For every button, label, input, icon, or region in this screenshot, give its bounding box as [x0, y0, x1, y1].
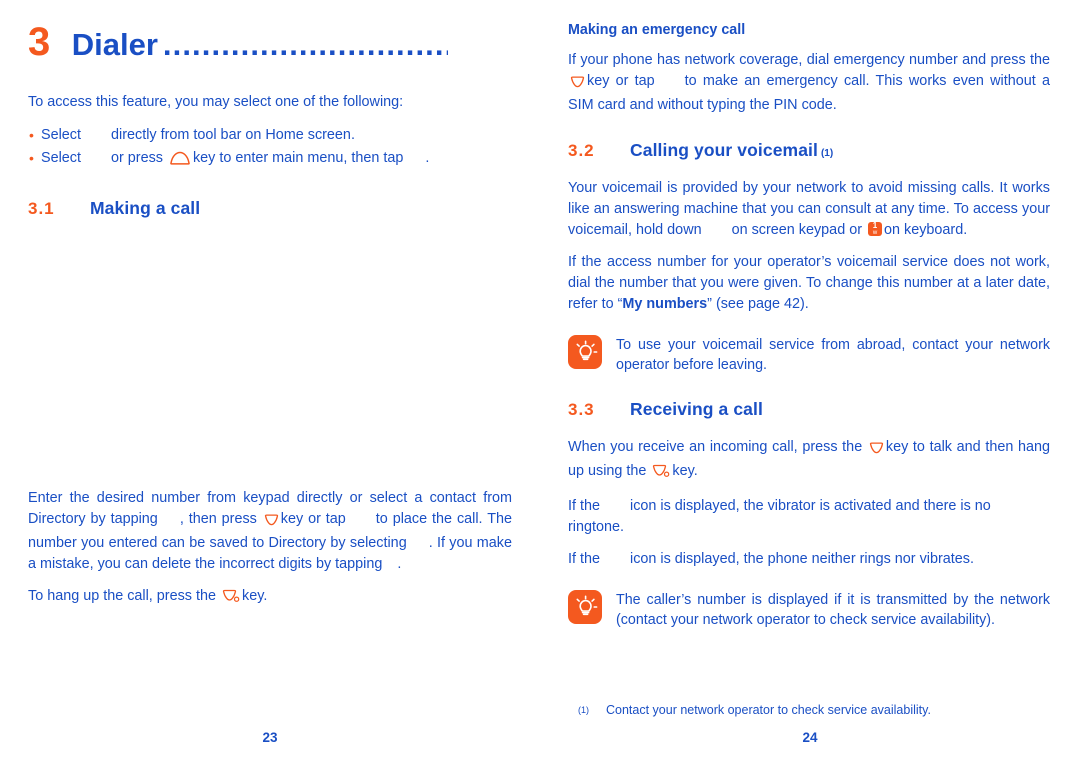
section-title: Receiving a call: [630, 399, 763, 419]
page-right: Making an emergency call If your phone h…: [540, 0, 1080, 767]
tip-text: The caller’s number is displayed if it i…: [616, 592, 1050, 628]
receiving-call-paragraph: When you receive an incoming call, press…: [568, 437, 1050, 485]
lightbulb-tip-icon: [568, 335, 602, 369]
section-title: Calling your voicemail: [630, 140, 818, 160]
intro-paragraph: To access this feature, you may select o…: [28, 94, 404, 110]
kbd-key-letter: w: [872, 230, 878, 236]
kbd-key-digit: 1: [872, 221, 878, 230]
chapter-title: Dialer: [71, 27, 158, 62]
mc-part-3: key or tap: [280, 511, 346, 527]
keyboard-1-key-icon: 1 w: [868, 221, 882, 236]
footnote-marker: (1): [578, 705, 589, 715]
manual-page-spread: 3 Dialer ...............................…: [0, 0, 1080, 767]
mc-part-2: , then press: [179, 511, 257, 527]
footnote: (1) Contact your network operator to che…: [568, 702, 1050, 719]
section-heading-receiving: 3.3 Receiving a call: [568, 399, 1050, 420]
chapter-dot-leader: ....................................: [162, 29, 448, 60]
bullet-1-before: Select: [41, 127, 81, 143]
call-key-icon: [264, 512, 279, 533]
bullet-2-before: Select: [41, 150, 81, 166]
list-item: Select or press key to enter main menu, t…: [28, 147, 512, 172]
list-item: Select directly from tool bar on Home scr…: [28, 124, 512, 146]
bullet-2-after: key to enter main menu, then tap: [192, 150, 404, 166]
access-number-paragraph: If the access number for your operator’s…: [568, 252, 1050, 315]
chapter-heading: 3 Dialer ...............................…: [28, 22, 512, 62]
sl-part-1: If the: [568, 551, 600, 567]
hu-part-2: key.: [242, 588, 268, 604]
tip-box-voicemail-abroad: To use your voicemail service from abroa…: [568, 335, 1050, 375]
bullet-1-after: directly from tool bar on Home screen.: [111, 127, 355, 143]
bullet-2-middle: or press: [111, 150, 163, 166]
hang-up-paragraph: To hang up the call, press the key.: [28, 586, 512, 610]
hu-part-1: To hang up the call, press the: [28, 588, 216, 604]
lightbulb-tip-icon: [568, 590, 602, 624]
section-number: 3.3: [568, 400, 595, 419]
footnote-text: Contact your network operator to check s…: [606, 703, 931, 717]
subheading-emergency-call: Making an emergency call: [568, 22, 746, 38]
emergency-call-paragraph: If your phone has network coverage, dial…: [568, 50, 1050, 116]
home-key-icon: [169, 150, 191, 172]
rc-part-1: When you receive an incoming call, press…: [568, 439, 863, 455]
tip-box-caller-id: The caller’s number is displayed if it i…: [568, 590, 1050, 630]
section-title: Making a call: [90, 198, 201, 218]
vm-part-3: on keyboard.: [884, 222, 968, 238]
illustration-placeholder: [28, 236, 512, 488]
vm-part-2: on screen keypad or: [731, 222, 862, 238]
vb-part-1: If the: [568, 498, 600, 514]
tip-text: To use your voicemail service from abroa…: [616, 337, 1050, 373]
end-call-key-icon: [222, 589, 240, 610]
my-numbers-bold: My numbers: [622, 296, 708, 312]
em-part-1: If your phone has network coverage, dial…: [568, 52, 1050, 68]
section-number: 3.2: [568, 141, 595, 160]
page-number-right: 24: [802, 730, 818, 745]
silent-paragraph: If the icon is displayed, the phone neith…: [568, 549, 1050, 570]
section-superscript: (1): [820, 148, 834, 159]
page-number-left: 23: [262, 730, 278, 745]
chapter-number: 3: [28, 20, 50, 64]
end-call-key-icon: [652, 464, 670, 485]
call-key-icon: [570, 74, 585, 95]
making-call-paragraph: Enter the desired number from keypad dir…: [28, 488, 512, 575]
rc-part-3: key.: [672, 463, 698, 479]
call-key-icon: [869, 440, 884, 461]
bullet-2-end: .: [425, 150, 430, 166]
sl-part-2: icon is displayed, the phone neither rin…: [630, 551, 974, 567]
vibrate-paragraph: If the icon is displayed, the vibrator is…: [568, 496, 1050, 538]
an-part-2: ” (see page 42).: [707, 296, 809, 312]
access-methods-list: Select directly from tool bar on Home scr…: [28, 124, 512, 172]
mc-part-6: .: [397, 556, 402, 572]
section-heading-voicemail: 3.2 Calling your voicemail (1): [568, 140, 1050, 161]
section-number: 3.1: [28, 199, 55, 218]
vb-part-2: icon is displayed, the vibrator is activ…: [568, 498, 991, 535]
section-heading-making-a-call: 3.1 Making a call: [28, 198, 512, 219]
em-part-2: key or tap: [587, 73, 655, 89]
page-left: 3 Dialer ...............................…: [0, 0, 540, 767]
voicemail-paragraph: Your voicemail is provided by your netwo…: [568, 178, 1050, 241]
